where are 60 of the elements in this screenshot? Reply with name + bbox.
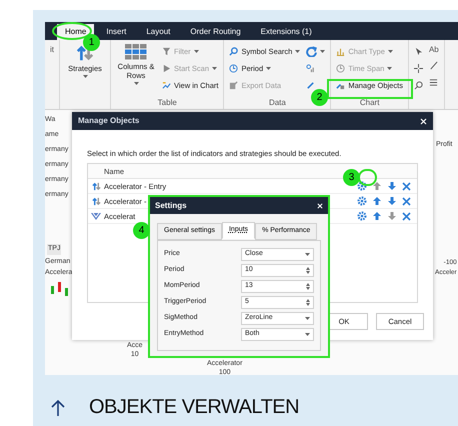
caret-icon [320,50,326,53]
spinner-icon [306,299,310,306]
arrow-down-icon[interactable] [387,211,397,222]
ribbon-icon-button[interactable] [414,61,423,76]
line-icon [428,61,438,70]
export-icon [229,81,238,90]
indicator-icon [91,212,101,221]
caret-icon [305,333,310,336]
settings-icon[interactable] [357,196,367,206]
strategy-icon [92,196,100,206]
refresh-icon [306,46,318,57]
settings-icon[interactable] [357,181,367,192]
arrow-up-icon[interactable] [372,196,382,206]
caret-icon [305,253,310,256]
pen-icon [306,81,316,90]
spinner-icon [306,283,310,290]
caret-icon [134,82,138,85]
ribbon-icon-button[interactable] [306,44,326,59]
ribbon-group-label: Data [268,97,286,109]
dialog-title: Manage Objects [78,115,140,127]
ribbon-label: it [50,44,54,56]
grid-icon [125,44,147,60]
caret-icon [194,50,199,53]
strategy-icon [92,182,100,191]
ribbon-tab[interactable]: Extensions (1) [252,24,320,40]
settings-icon[interactable] [357,211,367,222]
caret-icon [305,317,310,320]
arrows-icon [76,44,94,62]
bar-chart-icon [336,47,346,56]
chart-line-icon [162,81,171,90]
arrow-up-icon[interactable] [372,211,382,222]
arrow-up-icon[interactable] [51,398,65,416]
zoom-chart-icon [306,64,316,73]
candlestick-drawing [49,282,71,298]
clock-icon [336,64,346,73]
ribbon-group-label: Chart [360,97,380,109]
ribbon-tab[interactable]: Insert [98,24,134,40]
caret-icon [387,67,392,70]
filter-icon [162,47,171,56]
menu-icon [428,78,438,87]
section-heading: OBJEKTE VERWALTEN [89,395,300,420]
cursor-icon [414,47,423,56]
ribbon-group-label: Table [158,97,177,109]
arrow-down-icon[interactable] [387,181,397,192]
caret-icon [388,50,393,53]
crosshair-icon [414,64,423,73]
search-icon [229,47,238,56]
ribbon-tab[interactable]: Layout [138,24,178,40]
search-icon [414,81,423,90]
caret-icon [295,50,300,53]
dialog-title: Settings [155,200,187,212]
caret-icon [212,67,218,70]
play-icon [162,64,171,73]
arrow-down-icon[interactable] [387,196,397,206]
caret-icon [82,75,88,78]
spinner-icon [306,267,310,274]
caret-icon [266,67,272,70]
clock-icon [229,64,238,73]
ribbon-tab[interactable]: Order Routing [182,24,249,40]
ribbon-label: Ab [428,44,439,56]
